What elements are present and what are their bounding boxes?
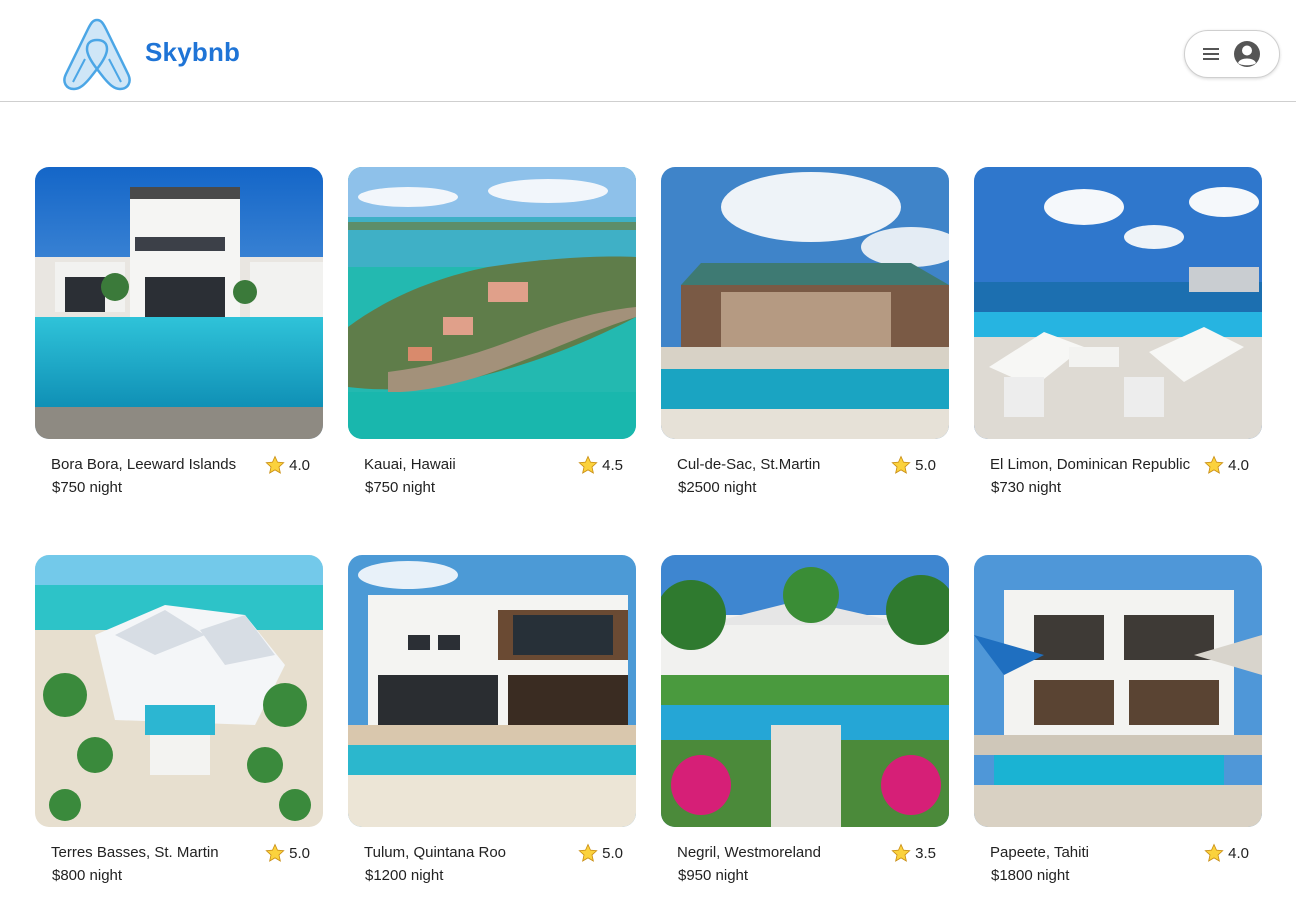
user-menu-button[interactable]: [1184, 30, 1280, 78]
star-icon: [578, 843, 598, 862]
listing-card[interactable]: Bora Bora, Leeward Islands $750 night 4.…: [35, 167, 323, 507]
listing-rating: 5.0: [578, 843, 623, 863]
listing-photo[interactable]: [348, 167, 636, 439]
airbnb-logo-icon: [63, 18, 131, 91]
listing-card[interactable]: Tulum, Quintana Roo $1200 night 5.0: [348, 555, 636, 895]
rating-value: 4.0: [1228, 844, 1249, 862]
listing-location: Cul-de-Sac, St.Martin: [677, 456, 821, 473]
listing-photo[interactable]: [35, 167, 323, 439]
listing-card[interactable]: Papeete, Tahiti $1800 night 4.0: [974, 555, 1262, 895]
listing-card[interactable]: Cul-de-Sac, St.Martin $2500 night 5.0: [661, 167, 949, 507]
star-icon: [1204, 843, 1224, 862]
listing-card[interactable]: Kauai, Hawaii $750 night 4.5: [348, 167, 636, 507]
listing-photo[interactable]: [974, 167, 1262, 439]
listing-location: Papeete, Tahiti: [990, 844, 1089, 861]
listing-photo[interactable]: [974, 555, 1262, 827]
rating-value: 4.5: [602, 456, 623, 474]
listing-card[interactable]: Terres Basses, St. Martin $800 night 5.0: [35, 555, 323, 895]
listing-location: El Limon, Dominican Republic: [990, 456, 1191, 473]
listing-price: $1200 night: [365, 867, 444, 884]
listing-location: Terres Basses, St. Martin: [51, 844, 219, 861]
listing-location: Bora Bora, Leeward Islands: [51, 456, 237, 473]
listing-photo[interactable]: [348, 555, 636, 827]
listing-location: Tulum, Quintana Roo: [364, 844, 507, 861]
listing-rating: 4.0: [1204, 455, 1249, 475]
listing-card[interactable]: Negril, Westmoreland $950 night 3.5: [661, 555, 949, 895]
listing-price: $2500 night: [678, 479, 757, 496]
listing-price: $800 night: [52, 867, 123, 884]
star-icon: [891, 455, 911, 474]
top-navbar: Skybnb: [0, 0, 1296, 102]
brand-name: Skybnb: [145, 36, 241, 67]
brand[interactable]: Skybnb: [60, 16, 240, 92]
listing-location: Kauai, Hawaii: [364, 456, 456, 473]
listing-location: Negril, Westmoreland: [677, 844, 821, 861]
listings-grid: Bora Bora, Leeward Islands $750 night 4.…: [35, 167, 1262, 907]
user-avatar-icon: [1234, 41, 1260, 67]
listing-photo[interactable]: [35, 555, 323, 827]
listing-rating: 3.5: [891, 843, 936, 863]
listing-rating: 5.0: [265, 843, 310, 863]
listing-card[interactable]: El Limon, Dominican Republic $730 night …: [974, 167, 1262, 507]
star-icon: [265, 843, 285, 862]
listing-price: $730 night: [991, 479, 1062, 496]
listing-rating: 4.5: [578, 455, 623, 475]
star-icon: [1204, 455, 1224, 474]
listing-rating: 5.0: [891, 455, 936, 475]
rating-value: 5.0: [289, 844, 310, 862]
rating-value: 4.0: [289, 456, 310, 474]
rating-value: 5.0: [602, 844, 623, 862]
hamburger-menu-icon: [1203, 48, 1219, 60]
listing-rating: 4.0: [1204, 843, 1249, 863]
rating-value: 5.0: [915, 456, 936, 474]
star-icon: [891, 843, 911, 862]
listing-price: $750 night: [365, 479, 436, 496]
star-icon: [265, 455, 285, 474]
star-icon: [578, 455, 598, 474]
listing-price: $750 night: [52, 479, 123, 496]
listing-photo[interactable]: [661, 555, 949, 827]
listing-price: $1800 night: [991, 867, 1070, 884]
rating-value: 3.5: [915, 844, 936, 862]
rating-value: 4.0: [1228, 456, 1249, 474]
listing-photo[interactable]: [661, 167, 949, 439]
listing-rating: 4.0: [265, 455, 310, 475]
listing-price: $950 night: [678, 867, 749, 884]
